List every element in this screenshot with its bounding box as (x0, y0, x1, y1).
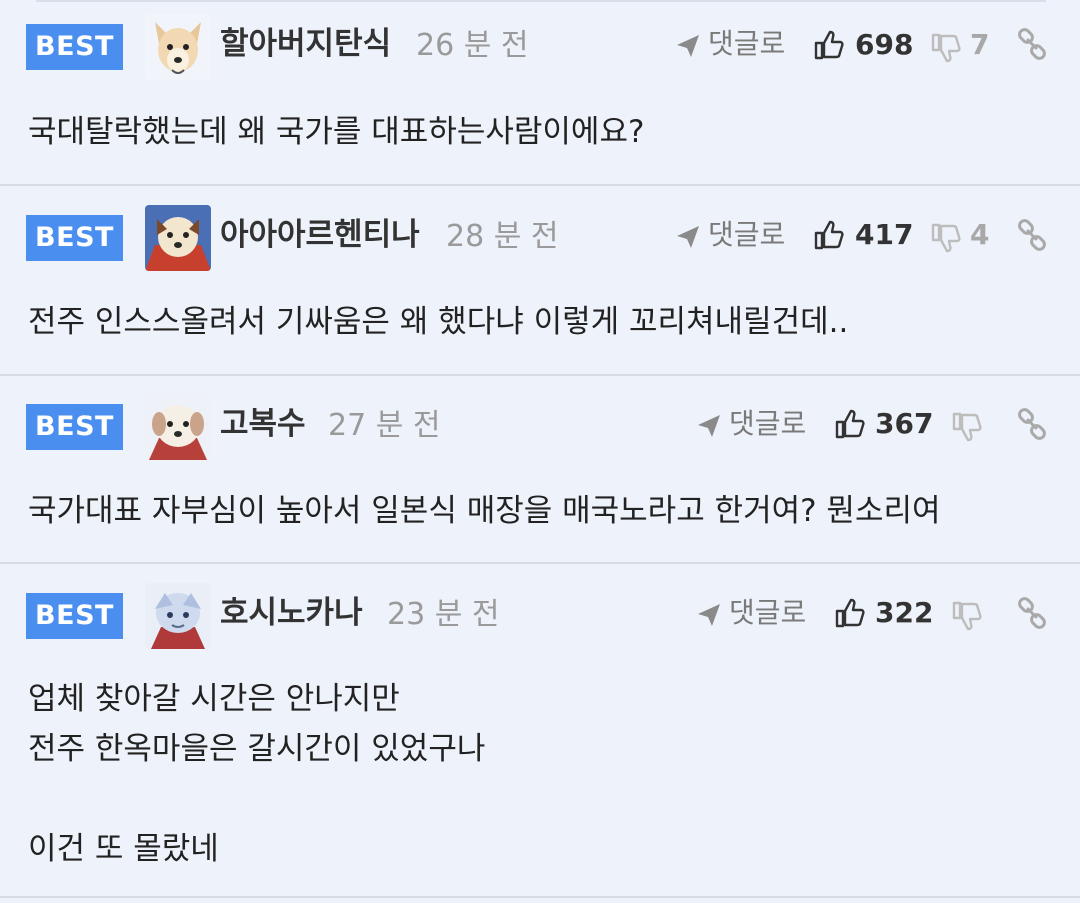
best-badge: BEST (26, 593, 123, 639)
comment-header: BEST 할아버지탄식 26 분 전 댓글로 698 7 (0, 0, 1080, 80)
thumbs-up-icon[interactable] (813, 29, 845, 61)
thumbs-down-icon[interactable] (951, 411, 983, 443)
best-badge: BEST (26, 215, 123, 261)
comment-header: BEST 아아아르헨티나 28 분 전 댓글로 417 4 (0, 186, 1080, 271)
like-count: 367 (875, 407, 934, 440)
avatar[interactable] (145, 583, 211, 649)
avatar[interactable] (145, 205, 211, 271)
comment-item: BEST 할아버지탄식 26 분 전 댓글로 698 7 국대탈락했는데 왜 국… (0, 0, 1080, 186)
like-count: 417 (855, 218, 914, 251)
like-count: 322 (875, 596, 934, 629)
timestamp: 27 분 전 (328, 408, 441, 443)
thumbs-down-icon[interactable] (930, 222, 962, 254)
dislike-count: 7 (970, 28, 990, 61)
reply-button[interactable]: 댓글로 (708, 215, 785, 255)
comment-item: BEST 아아아르헨티나 28 분 전 댓글로 417 4 전주 인스스올려서 … (0, 186, 1080, 376)
nickname[interactable]: 할아버지탄식 (220, 24, 391, 64)
link-icon[interactable] (1016, 408, 1048, 440)
comment-text: 전주 인스스올려서 기싸움은 왜 했다냐 이렇게 꼬리쳐내릴건데.. (28, 304, 849, 340)
thumbs-down-icon[interactable] (930, 32, 962, 64)
like-count: 698 (855, 28, 914, 61)
reply-button[interactable]: 댓글로 (708, 24, 785, 64)
comment-item: BEST 고복수 27 분 전 댓글로 367 국가대표 자부심이 높아서 일본… (0, 376, 1080, 564)
avatar[interactable] (145, 394, 211, 460)
puppy-avatar-icon (145, 394, 211, 460)
reply-button[interactable]: 댓글로 (729, 404, 806, 444)
thumbs-up-icon[interactable] (834, 597, 866, 629)
nickname[interactable]: 아아아르헨티나 (220, 215, 420, 255)
comment-header: BEST 고복수 27 분 전 댓글로 367 (0, 376, 1080, 460)
comment-item: BEST 호시노카나 23 분 전 댓글로 322 업체 찾아갈 시간은 안나지… (0, 564, 1080, 898)
link-icon[interactable] (1016, 219, 1048, 251)
timestamp: 26 분 전 (416, 28, 529, 63)
reply-arrow-icon (677, 35, 699, 57)
thumbs-down-icon[interactable] (951, 600, 983, 632)
timestamp: 28 분 전 (446, 219, 559, 254)
nickname[interactable]: 고복수 (220, 404, 306, 444)
best-badge: BEST (26, 24, 123, 70)
character-avatar-icon (145, 583, 211, 649)
reply-button[interactable]: 댓글로 (729, 593, 806, 633)
link-icon[interactable] (1016, 28, 1048, 60)
avatar[interactable] (145, 14, 211, 80)
reply-arrow-icon (698, 415, 720, 437)
comment-text: 국대탈락했는데 왜 국가를 대표하는사람이에요? (28, 114, 645, 150)
comment-header: BEST 호시노카나 23 분 전 댓글로 322 (0, 564, 1080, 649)
reply-arrow-icon (677, 226, 699, 248)
best-badge: BEST (26, 404, 123, 450)
reply-arrow-icon (698, 604, 720, 626)
nickname[interactable]: 호시노카나 (220, 593, 363, 633)
comment-text: 국가대표 자부심이 높아서 일본식 매장을 매국노라고 한거여? 뭔소리여 (28, 493, 941, 529)
comment-text: 업체 찾아갈 시간은 안나지만 전주 한옥마을은 갈시간이 있었구나 이건 또 … (28, 681, 486, 867)
link-icon[interactable] (1016, 597, 1048, 629)
thumbs-up-icon[interactable] (813, 219, 845, 251)
thumbs-up-icon[interactable] (834, 408, 866, 440)
dog-avatar-icon (145, 205, 211, 271)
timestamp: 23 분 전 (387, 597, 500, 632)
dislike-count: 4 (970, 218, 990, 251)
fox-avatar-icon (145, 14, 211, 80)
